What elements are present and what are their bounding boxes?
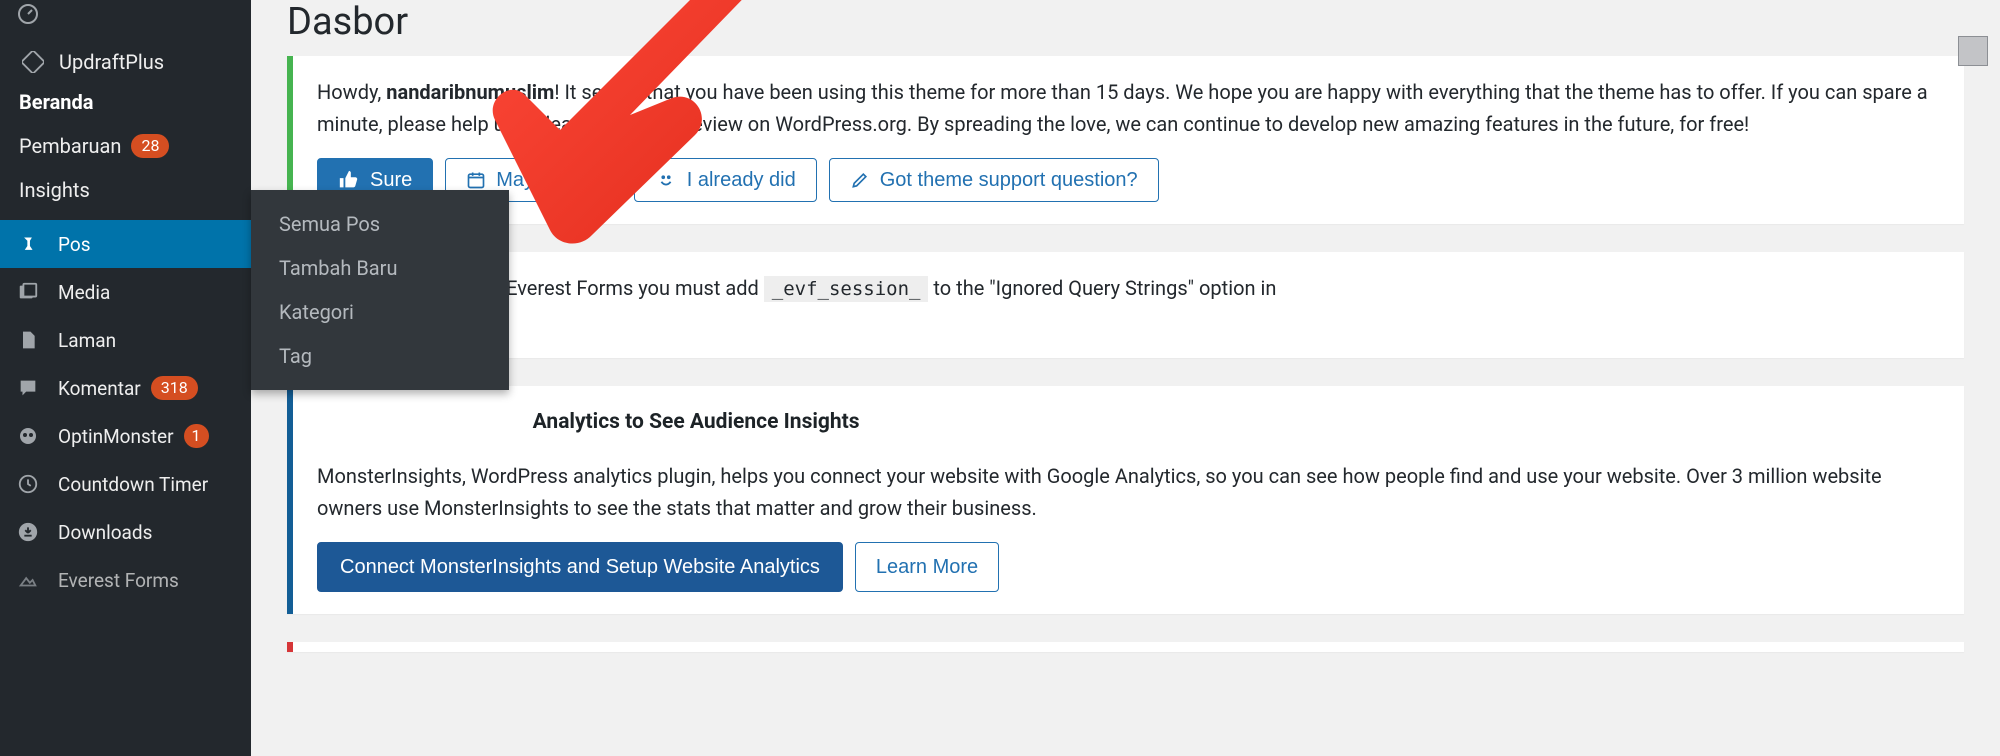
sidebar-item-label: Beranda — [19, 90, 93, 114]
sidebar-item-dashboard-partial[interactable] — [0, 0, 251, 38]
sidebar-item-optinmonster[interactable]: OptinMonster 1 — [0, 412, 251, 460]
sidebar-item-everest-forms[interactable]: Everest Forms — [0, 556, 251, 604]
gauge-icon — [14, 0, 42, 28]
caching-text: caching to work with Everest Forms you m… — [317, 272, 1940, 336]
sidebar-item-label: Everest Forms — [58, 569, 179, 592]
sidebar-item-label: Pembaruan — [19, 134, 121, 158]
page-title: Dasbor — [287, 0, 1964, 44]
already-did-button[interactable]: I already did — [634, 158, 817, 202]
connect-button[interactable]: Connect MonsterInsights and Setup Websit… — [317, 542, 843, 592]
optin-badge: 1 — [184, 424, 209, 448]
submenu-add-new[interactable]: Tambah Baru — [251, 246, 509, 290]
sidebar-item-insights[interactable]: Insights — [0, 168, 251, 220]
comment-icon — [14, 374, 42, 402]
thumbs-up-icon — [338, 169, 360, 191]
sidebar-item-label: UpdraftPlus — [59, 50, 164, 74]
sidebar-item-label: Komentar — [58, 377, 141, 400]
optinmonster-icon — [14, 422, 42, 450]
admin-sidebar: UpdraftPlus Beranda Pembaruan 28 Insight… — [0, 0, 251, 756]
submenu-all-posts[interactable]: Semua Pos — [251, 202, 509, 246]
review-body: ! It seems that you have been using this… — [317, 80, 1928, 136]
review-buttons: Sure Maybe later I already did Got theme… — [317, 158, 1940, 202]
sidebar-item-home[interactable]: Beranda — [0, 86, 251, 124]
sidebar-item-updates[interactable]: Pembaruan 28 — [0, 124, 251, 168]
sidebar-item-posts[interactable]: Pos — [0, 220, 251, 268]
button-label: Sure — [370, 168, 412, 192]
pencil-icon — [850, 170, 870, 190]
sidebar-item-pages[interactable]: Laman — [0, 316, 251, 364]
forms-icon — [14, 566, 42, 594]
button-label: Got theme support question? — [880, 168, 1138, 192]
sidebar-item-label: Countdown Timer — [58, 473, 208, 496]
content-area: Dasbor Howdy, nandaribnumuslim! It seems… — [251, 0, 2000, 680]
sidebar-item-label: Insights — [19, 178, 90, 202]
monsterinsights-notice: Please Set up Website Analytics to See A… — [287, 386, 1964, 614]
caching-tail: to the "Ignored Query Strings" option in — [928, 276, 1276, 300]
red-notice — [287, 642, 1964, 652]
sidebar-item-comments[interactable]: Komentar 318 — [0, 364, 251, 412]
media-icon — [14, 278, 42, 306]
sidebar-item-label: Media — [58, 281, 110, 304]
greeting-prefix: Howdy, — [317, 80, 386, 104]
submenu-categories[interactable]: Kategori — [251, 290, 509, 334]
posts-submenu: Semua Pos Tambah Baru Kategori Tag — [251, 190, 509, 390]
sidebar-item-media[interactable]: Media — [0, 268, 251, 316]
calendar-icon — [466, 170, 486, 190]
download-icon — [14, 518, 42, 546]
heading-tail: Analytics to See Audience Insights — [533, 410, 860, 434]
support-button[interactable]: Got theme support question? — [829, 158, 1159, 202]
sidebar-item-countdown[interactable]: Countdown Timer — [0, 460, 251, 508]
sidebar-item-label: Pos — [58, 233, 91, 256]
sidebar-item-label: Downloads — [58, 521, 152, 544]
button-label: I already did — [687, 168, 796, 192]
clock-icon — [14, 470, 42, 498]
updates-badge: 28 — [131, 134, 169, 158]
submenu-tags[interactable]: Tag — [251, 334, 509, 378]
insights-heading: Please Set up Website Analytics to See A… — [317, 406, 1940, 440]
button-label: Maybe later — [496, 168, 601, 192]
caching-notice: caching to work with Everest Forms you m… — [287, 252, 1964, 358]
sidebar-item-label: OptinMonster — [58, 425, 174, 448]
username: nandaribnumuslim — [386, 80, 554, 104]
insights-buttons: Connect MonsterInsights and Setup Websit… — [317, 542, 1940, 592]
code-snippet: _evf_session_ — [764, 276, 929, 302]
sidebar-item-updraftplus[interactable]: UpdraftPlus — [0, 38, 251, 86]
sidebar-item-label: Laman — [58, 329, 116, 352]
page-icon — [14, 326, 42, 354]
comments-badge: 318 — [151, 376, 198, 400]
user-avatar[interactable] — [1958, 36, 1988, 66]
learn-more-button[interactable]: Learn More — [855, 542, 999, 592]
updraft-icon — [19, 48, 47, 76]
review-notice: Howdy, nandaribnumuslim! It seems that y… — [287, 56, 1964, 224]
smile-icon — [655, 169, 677, 191]
pin-icon — [14, 230, 42, 258]
insights-body: MonsterInsights, WordPress analytics plu… — [317, 460, 1940, 524]
review-notice-text: Howdy, nandaribnumuslim! It seems that y… — [317, 76, 1940, 140]
sidebar-item-downloads[interactable]: Downloads — [0, 508, 251, 556]
